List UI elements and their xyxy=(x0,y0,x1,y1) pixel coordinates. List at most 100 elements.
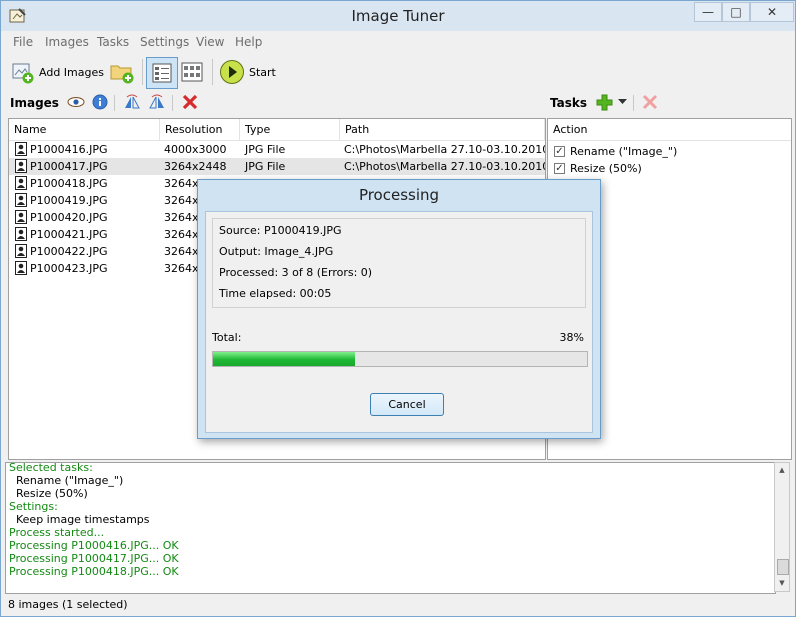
image-file-icon xyxy=(15,159,27,173)
dialog-body: Source: P1000419.JPG Output: Image_4.JPG… xyxy=(205,211,593,433)
images-pane-header: Images xyxy=(10,93,540,115)
preview-eye-icon[interactable] xyxy=(67,94,85,110)
menu-images[interactable]: Images xyxy=(45,35,89,49)
status-bar: 8 images (1 selected) xyxy=(1,594,795,616)
column-header-name[interactable]: Name xyxy=(9,119,160,140)
image-file-icon xyxy=(15,227,27,241)
menu-tasks[interactable]: Tasks xyxy=(97,35,129,49)
cancel-button[interactable]: Cancel xyxy=(370,393,444,416)
log-line: Process started... xyxy=(9,526,105,539)
add-task-icon[interactable] xyxy=(596,94,613,111)
add-folder-button[interactable] xyxy=(109,57,135,87)
column-header-action[interactable]: Action xyxy=(548,119,791,140)
task-label: Rename ("Image_") xyxy=(570,145,678,158)
list-view-button[interactable] xyxy=(146,57,178,89)
cell-type: JPG File xyxy=(245,143,286,156)
log-line: Settings: xyxy=(9,500,58,513)
log-line: Processing P1000418.JPG... OK xyxy=(9,565,179,578)
cell-path: C:\Photos\Marbella 27.10-03.10.2010\ xyxy=(344,160,546,173)
toolbar-separator xyxy=(142,59,143,85)
task-checkbox[interactable]: ✓ xyxy=(554,146,565,157)
menu-settings[interactable]: Settings xyxy=(140,35,189,49)
log-scrollbar[interactable]: ▲ ▼ xyxy=(774,462,790,592)
menu-file[interactable]: File xyxy=(13,35,33,49)
table-row[interactable]: P1000417.JPG 3264x2448 JPG File C:\Photos\M… xyxy=(9,158,545,175)
close-button[interactable]: ✕ xyxy=(750,2,794,22)
output-text: Output: Image_4.JPG xyxy=(219,245,334,258)
log-output[interactable]: Selected tasks: Rename ("Image_") Resize (… xyxy=(5,462,776,594)
title-bar: Image Tuner — □ ✕ xyxy=(1,1,795,31)
cell-name: P1000423.JPG xyxy=(30,262,108,275)
cell-name: P1000419.JPG xyxy=(30,194,108,207)
cell-name: P1000420.JPG xyxy=(30,211,108,224)
column-header-type[interactable]: Type xyxy=(240,119,340,140)
chevron-down-icon[interactable] xyxy=(618,99,627,105)
progress-bar xyxy=(212,351,588,367)
cell-name: P1000421.JPG xyxy=(30,228,108,241)
image-file-icon xyxy=(15,176,27,190)
image-file-icon xyxy=(15,210,27,224)
scroll-thumb[interactable] xyxy=(777,559,789,575)
image-file-icon xyxy=(15,142,27,156)
minimize-button[interactable]: — xyxy=(694,2,722,22)
image-file-icon xyxy=(15,261,27,275)
cell-resolution: 3264x2448 xyxy=(164,160,227,173)
header-divider xyxy=(548,140,791,141)
table-row[interactable]: P1000416.JPG 4000x3000 JPG File C:\Photos\M… xyxy=(9,141,545,158)
task-checkbox[interactable]: ✓ xyxy=(554,163,565,174)
log-line: Processing P1000417.JPG... OK xyxy=(9,552,179,565)
details-view-icon xyxy=(152,63,172,83)
cell-name: P1000417.JPG xyxy=(30,160,108,173)
scroll-up-icon[interactable]: ▲ xyxy=(776,464,788,476)
task-item-rename[interactable]: ✓ Rename ("Image_") xyxy=(554,143,677,160)
dialog-title: Processing xyxy=(358,186,440,204)
column-header-resolution[interactable]: Resolution xyxy=(160,119,240,140)
add-images-icon xyxy=(12,63,34,84)
rotate-left-icon[interactable] xyxy=(123,94,141,110)
maximize-button[interactable]: □ xyxy=(722,2,750,22)
cell-name: P1000418.JPG xyxy=(30,177,108,190)
processing-dialog: Processing Source: P1000419.JPG Output: … xyxy=(197,179,601,439)
cell-name: P1000422.JPG xyxy=(30,245,108,258)
start-label: Start xyxy=(249,65,276,79)
scroll-down-icon[interactable]: ▼ xyxy=(776,577,788,589)
tasks-pane-header: Tasks xyxy=(550,93,790,115)
header-separator xyxy=(114,95,115,111)
toolbar: Add Images Start xyxy=(5,53,791,91)
remove-image-icon[interactable] xyxy=(182,94,198,110)
remove-task-icon[interactable] xyxy=(642,94,658,110)
processed-text: Processed: 3 of 8 (Errors: 0) xyxy=(219,266,373,279)
header-separator xyxy=(172,95,173,111)
progress-fill xyxy=(213,352,356,366)
thumbnail-view-button[interactable] xyxy=(180,57,204,87)
start-button[interactable]: Start xyxy=(219,57,276,87)
cell-path: C:\Photos\Marbella 27.10-03.10.2010\ xyxy=(344,143,546,156)
window-title: Image Tuner xyxy=(351,7,445,25)
log-line: Processing P1000416.JPG... OK xyxy=(9,539,179,552)
add-images-label: Add Images xyxy=(39,65,104,79)
details-group: Source: P1000419.JPG Output: Image_4.JPG… xyxy=(212,218,586,308)
cell-type: JPG File xyxy=(245,160,286,173)
main-window: Image Tuner — □ ✕ File Images Tasks Sett… xyxy=(0,0,796,617)
log-line: Keep image timestamps xyxy=(16,513,150,526)
rotate-right-icon[interactable] xyxy=(148,94,166,110)
thumbnails-view-icon xyxy=(181,62,203,82)
log-line: Resize (50%) xyxy=(16,487,88,500)
log-line: Selected tasks: xyxy=(9,462,93,474)
add-images-button[interactable]: Add Images xyxy=(11,57,104,87)
play-icon xyxy=(220,60,244,84)
task-label: Resize (50%) xyxy=(570,162,642,175)
log-line: Rename ("Image_") xyxy=(16,474,124,487)
menu-help[interactable]: Help xyxy=(235,35,262,49)
add-folder-icon xyxy=(110,65,134,84)
toolbar-separator xyxy=(212,59,213,85)
task-item-resize[interactable]: ✓ Resize (50%) xyxy=(554,160,642,177)
status-text: 8 images (1 selected) xyxy=(8,598,128,611)
tasks-pane-title: Tasks xyxy=(550,96,588,110)
cell-resolution: 4000x3000 xyxy=(164,143,227,156)
column-header-path[interactable]: Path xyxy=(340,119,545,140)
progress-percent: 38% xyxy=(559,331,584,344)
info-icon[interactable] xyxy=(92,94,108,110)
image-file-icon xyxy=(15,244,27,258)
menu-view[interactable]: View xyxy=(196,35,224,49)
